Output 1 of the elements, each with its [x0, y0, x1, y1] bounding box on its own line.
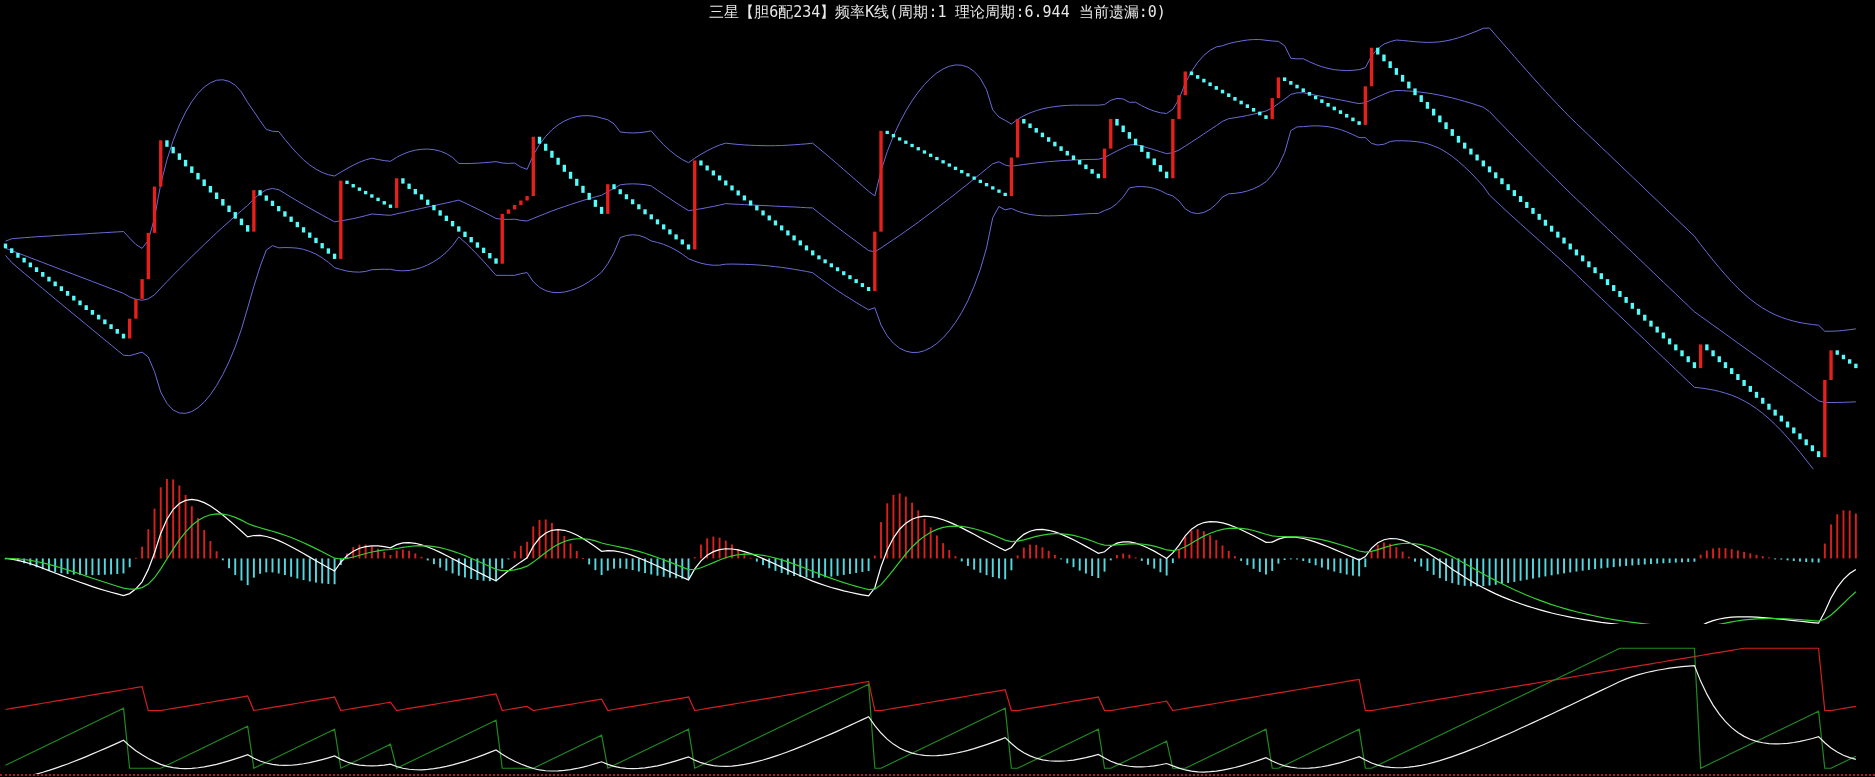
- chart-title: 三星【胆6配234】频率K线(周期:1 理论周期:6.944 当前遗漏:0): [709, 1, 1166, 23]
